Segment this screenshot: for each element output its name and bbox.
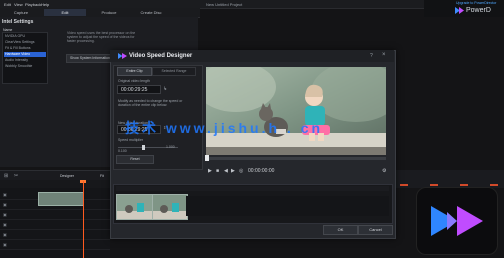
list-item[interactable]: Audio Intensity: [4, 58, 46, 63]
track-row[interactable]: ▣: [0, 240, 110, 250]
stop-icon[interactable]: ■: [216, 168, 219, 174]
dialog-title: Video Speed Designer: [129, 53, 193, 59]
play-icon[interactable]: ▶: [208, 168, 212, 174]
tab-create-disc[interactable]: Create Disc: [132, 9, 170, 16]
original-length-label: Original video length: [118, 79, 150, 83]
track-row[interactable]: ▣: [0, 210, 110, 220]
list-item[interactable]: NVIDIA GPU: [4, 34, 46, 39]
settings-description: Video speed uses the best processor on t…: [67, 31, 136, 43]
powerdirector-app-icon: [416, 187, 498, 255]
watermark-text: 技术 www.jishu.h . cn: [125, 120, 324, 136]
designer-label[interactable]: Designer: [60, 174, 74, 178]
playhead-line: [83, 181, 84, 258]
link-icon: ↳: [163, 86, 168, 92]
timeline-ruler[interactable]: [0, 180, 110, 188]
settings-title: Intel Settings: [2, 19, 34, 25]
menu-view[interactable]: View: [14, 2, 23, 7]
tool-icon[interactable]: ⊞: [4, 173, 8, 179]
tab-edit[interactable]: Edit: [44, 9, 86, 16]
lock-icon[interactable]: ▣: [3, 202, 7, 207]
next-frame-icon[interactable]: ▶: [231, 168, 235, 174]
menu-help[interactable]: Help: [41, 2, 49, 7]
powerdirector-logo-icon: [455, 7, 464, 14]
track-row[interactable]: ▣: [0, 230, 110, 240]
timeline-ruler-right[interactable]: [394, 170, 504, 188]
timeline-clip-thumb[interactable]: [152, 194, 188, 220]
help-icon[interactable]: ?: [370, 53, 373, 59]
list-item[interactable]: Wobbly Smoothie: [4, 64, 46, 69]
lock-icon[interactable]: ▣: [3, 212, 7, 217]
close-icon[interactable]: ×: [382, 52, 386, 58]
lock-icon[interactable]: ▣: [3, 222, 7, 227]
upgrade-link[interactable]: Upgrade to PowerDirector: [456, 1, 496, 5]
tab-selected-range[interactable]: Selected Range: [152, 67, 196, 76]
menu-edit[interactable]: Edit: [4, 2, 11, 7]
clip-thumb-image: [153, 195, 187, 219]
tab-capture[interactable]: Capture: [2, 9, 40, 16]
brand-name: PowerD: [466, 7, 491, 14]
video-preview: [206, 67, 386, 155]
lock-icon[interactable]: ▣: [3, 232, 7, 237]
lock-icon[interactable]: ▣: [3, 242, 7, 247]
clip-thumb-image: [117, 195, 153, 219]
lock-icon[interactable]: ▣: [3, 192, 7, 197]
marker: [430, 184, 438, 186]
marker: [490, 184, 498, 186]
prev-frame-icon[interactable]: ◀: [224, 168, 228, 174]
menu-playback[interactable]: Playback: [25, 2, 41, 7]
snapshot-icon[interactable]: ◎: [239, 168, 243, 174]
reset-button[interactable]: Reset: [116, 155, 154, 164]
timeline-video-clip[interactable]: [38, 192, 84, 206]
window-title: New Untitled Project: [206, 2, 243, 7]
list-item[interactable]: Fit & Fill Buttons: [4, 46, 46, 51]
ok-button[interactable]: OK: [323, 225, 358, 235]
system-info-button[interactable]: Show System Information: [66, 54, 114, 63]
speed-multiplier-label: Speed multiplier: [118, 138, 144, 142]
preview-timecode: 00:00:00:00: [248, 168, 275, 174]
speed-slider-knob[interactable]: [142, 145, 145, 150]
scrubber-knob[interactable]: [205, 155, 209, 161]
track-row[interactable]: ▣: [0, 220, 110, 230]
timeline-clip-thumb[interactable]: [116, 194, 154, 220]
speed-timeline-track[interactable]: [186, 196, 389, 216]
settings-gear-icon[interactable]: ⚙: [382, 168, 386, 174]
tab-entire-clip[interactable]: Entire Clip: [117, 67, 152, 76]
preview-scrubber[interactable]: [206, 157, 386, 160]
tab-produce[interactable]: Produce: [90, 9, 128, 16]
app-logo-icon: [118, 53, 127, 59]
fit-label[interactable]: Fit: [100, 174, 104, 178]
list-item[interactable]: ClearView Settings: [4, 40, 46, 45]
speed-timeline-ruler[interactable]: [116, 186, 389, 191]
list-item-selected[interactable]: Hardware Video: [4, 52, 46, 57]
speed-description: Modify as needed to change the speed or …: [118, 99, 183, 107]
marker: [400, 184, 408, 186]
original-length-field: 00:00:29:25: [117, 85, 161, 94]
settings-list[interactable]: NVIDIA GPU ClearView Settings Fit & Fill…: [2, 32, 48, 84]
app-icon-graphic: [431, 206, 483, 236]
cut-icon[interactable]: ✂: [14, 173, 18, 179]
marker: [460, 184, 468, 186]
cancel-button[interactable]: Cancel: [358, 225, 393, 235]
speed-min: 0.100: [118, 149, 127, 153]
speed-value: 1.000: [166, 145, 175, 149]
preview-frame-image: [206, 67, 386, 155]
